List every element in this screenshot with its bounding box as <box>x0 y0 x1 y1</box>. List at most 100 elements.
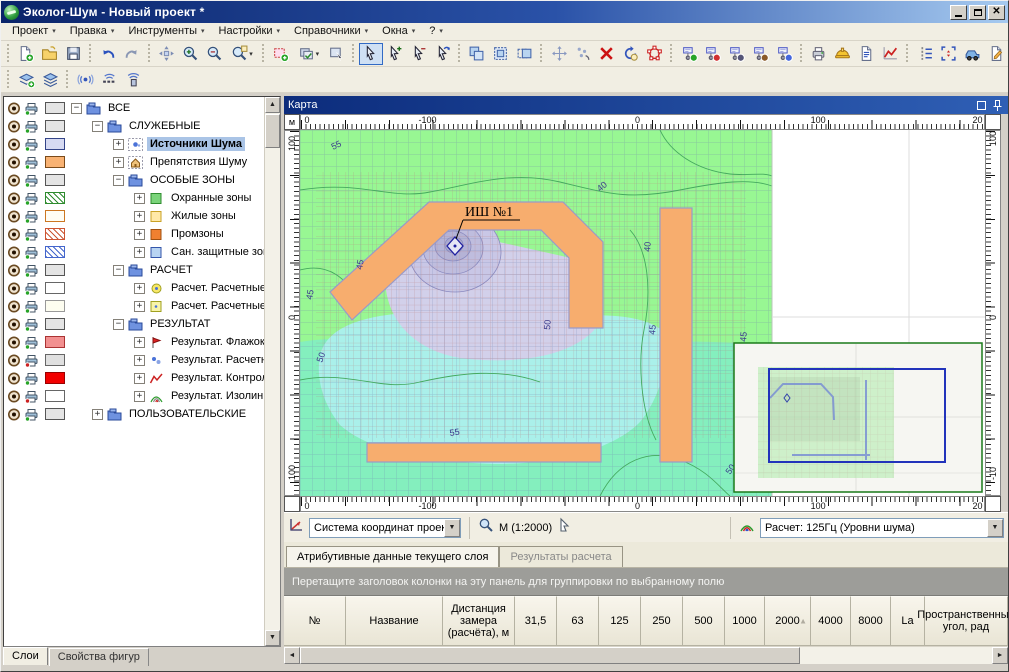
zoom-in-button[interactable] <box>179 43 203 65</box>
snap-nodes-button[interactable] <box>571 43 595 65</box>
column-header-пространственный-угол-рад[interactable]: Пространственный угол, рад <box>925 596 1008 646</box>
layer-label[interactable]: Препятствия Шуму <box>147 155 250 169</box>
layer-label[interactable]: Промзоны <box>168 227 227 241</box>
merge-figures-button[interactable] <box>465 43 489 65</box>
scrollbar-thumb[interactable] <box>265 114 280 148</box>
print-layer-icon[interactable] <box>24 372 41 385</box>
layer-label[interactable]: Охранные зоны <box>168 191 254 205</box>
tree-row[interactable]: +Охранные зоны <box>4 189 264 207</box>
redo-button[interactable] <box>120 43 144 65</box>
layer-label[interactable]: Расчет. Расчетные пл... <box>168 299 264 313</box>
tree-row[interactable]: +Результат. Флажок <box>4 333 264 351</box>
tree-row[interactable]: −РАСЧЕТ <box>4 261 264 279</box>
rotate-button[interactable] <box>619 43 643 65</box>
print-layer-icon[interactable] <box>24 102 41 115</box>
menu-2[interactable]: Правка▾ <box>63 24 122 39</box>
print-layer-icon[interactable] <box>24 174 41 187</box>
menu-6[interactable]: Окна▾ <box>375 24 422 39</box>
layer-color-swatch[interactable] <box>45 246 65 258</box>
column-header-название[interactable]: Название <box>346 596 443 646</box>
inset-figure-button[interactable] <box>489 43 513 65</box>
point-remove-button[interactable] <box>701 43 725 65</box>
remove-selection-button[interactable] <box>407 43 431 65</box>
visibility-eye-icon[interactable] <box>7 174 22 187</box>
visibility-eye-icon[interactable] <box>7 120 22 133</box>
noise-source-tool-button[interactable] <box>73 69 97 91</box>
layer-label[interactable]: Расчет. Расчетные то... <box>168 281 264 295</box>
column-header-дистанция-замера-расч-та-м[interactable]: Дистанция замера (расчёта), м <box>443 596 515 646</box>
expand-icon[interactable]: + <box>134 211 145 222</box>
noise-chart-button[interactable] <box>878 43 902 65</box>
report-button[interactable] <box>855 43 879 65</box>
layer-color-swatch[interactable] <box>45 390 65 402</box>
print-layer-icon[interactable] <box>24 354 41 367</box>
toolbar-grip[interactable] <box>799 44 804 64</box>
undo-button[interactable] <box>96 43 120 65</box>
group-by-panel[interactable]: Перетащите заголовок колонки на эту пане… <box>284 568 1008 596</box>
panel-tab-свойства-фигур[interactable]: Свойства фигур <box>49 648 149 666</box>
tree-row[interactable]: +Результат. Изолинии <box>4 387 264 405</box>
toolbar-grip[interactable] <box>261 44 266 64</box>
point-fill-button[interactable] <box>749 43 773 65</box>
expand-icon[interactable]: + <box>134 301 145 312</box>
layer-color-swatch[interactable] <box>45 210 65 222</box>
layer-label[interactable]: Результат. Контроль... <box>168 371 264 385</box>
point-move-button[interactable] <box>772 43 796 65</box>
layer-color-swatch[interactable] <box>45 354 65 366</box>
fit-view-button[interactable] <box>937 43 961 65</box>
toolbar-grip[interactable] <box>6 70 11 90</box>
select-cursor-button[interactable] <box>359 43 383 65</box>
print-layer-icon[interactable] <box>24 138 41 151</box>
visibility-eye-icon[interactable] <box>7 318 22 331</box>
column-header-125[interactable]: 125 <box>599 596 641 646</box>
visibility-eye-icon[interactable] <box>7 102 22 115</box>
visibility-eye-icon[interactable] <box>7 192 22 205</box>
visibility-eye-icon[interactable] <box>7 264 22 277</box>
column-header-63[interactable]: 63 <box>557 596 599 646</box>
copy-figure-button[interactable] <box>513 43 537 65</box>
tree-row[interactable]: +Промзоны <box>4 225 264 243</box>
print-layer-icon[interactable] <box>24 210 41 223</box>
menu-3[interactable]: Инструменты▾ <box>121 24 211 39</box>
layer-label[interactable]: Источники Шума <box>147 137 245 151</box>
column-header-1000[interactable]: 1000 <box>725 596 765 646</box>
layer-color-swatch[interactable] <box>45 228 65 240</box>
print-layer-icon[interactable] <box>24 246 41 259</box>
panel-tab-слои[interactable]: Слои <box>3 647 48 665</box>
column-header-8000[interactable]: 8000 <box>851 596 891 646</box>
layer-color-swatch[interactable] <box>45 282 65 294</box>
figure-style-button[interactable]: ▾ <box>293 43 325 65</box>
expand-icon[interactable]: + <box>92 409 103 420</box>
move-nodes-button[interactable] <box>547 43 571 65</box>
layer-color-swatch[interactable] <box>45 318 65 330</box>
zoom-scale-button[interactable]: ▾ <box>226 43 258 65</box>
layer-label[interactable]: Сан. защитные зоны <box>168 245 264 259</box>
toolbar-grip[interactable] <box>905 44 910 64</box>
layer-color-swatch[interactable] <box>45 174 65 186</box>
save-project-button[interactable] <box>62 43 86 65</box>
move-selection-button[interactable] <box>430 43 454 65</box>
visibility-eye-icon[interactable] <box>7 156 22 169</box>
column-header--[interactable]: № <box>284 596 346 646</box>
tree-row[interactable]: + Расчет. Расчетные пл... <box>4 297 264 315</box>
tree-row[interactable]: −ВСЕ <box>4 99 264 117</box>
visibility-eye-icon[interactable] <box>7 336 22 349</box>
visibility-eye-icon[interactable] <box>7 300 22 313</box>
pin-panel-icon[interactable] <box>991 99 1004 111</box>
menu-5[interactable]: Справочники▾ <box>287 24 375 39</box>
tree-row[interactable]: +Сан. защитные зоны <box>4 243 264 261</box>
layer-color-swatch[interactable] <box>45 264 65 276</box>
new-project-button[interactable] <box>14 43 38 65</box>
layer-label[interactable]: РАСЧЕТ <box>147 263 196 277</box>
visibility-eye-icon[interactable] <box>7 246 22 259</box>
layer-color-swatch[interactable] <box>45 192 65 204</box>
vehicle-button[interactable] <box>961 43 985 65</box>
calculate-button[interactable] <box>831 43 855 65</box>
zoom-out-button[interactable] <box>202 43 226 65</box>
building-bottom[interactable] <box>367 443 601 462</box>
print-layer-icon[interactable] <box>24 390 41 403</box>
print-layer-icon[interactable] <box>24 336 41 349</box>
tree-row[interactable]: −РЕЗУЛЬТАТ <box>4 315 264 333</box>
minimize-button[interactable] <box>950 5 967 20</box>
expand-icon[interactable]: + <box>113 157 124 168</box>
